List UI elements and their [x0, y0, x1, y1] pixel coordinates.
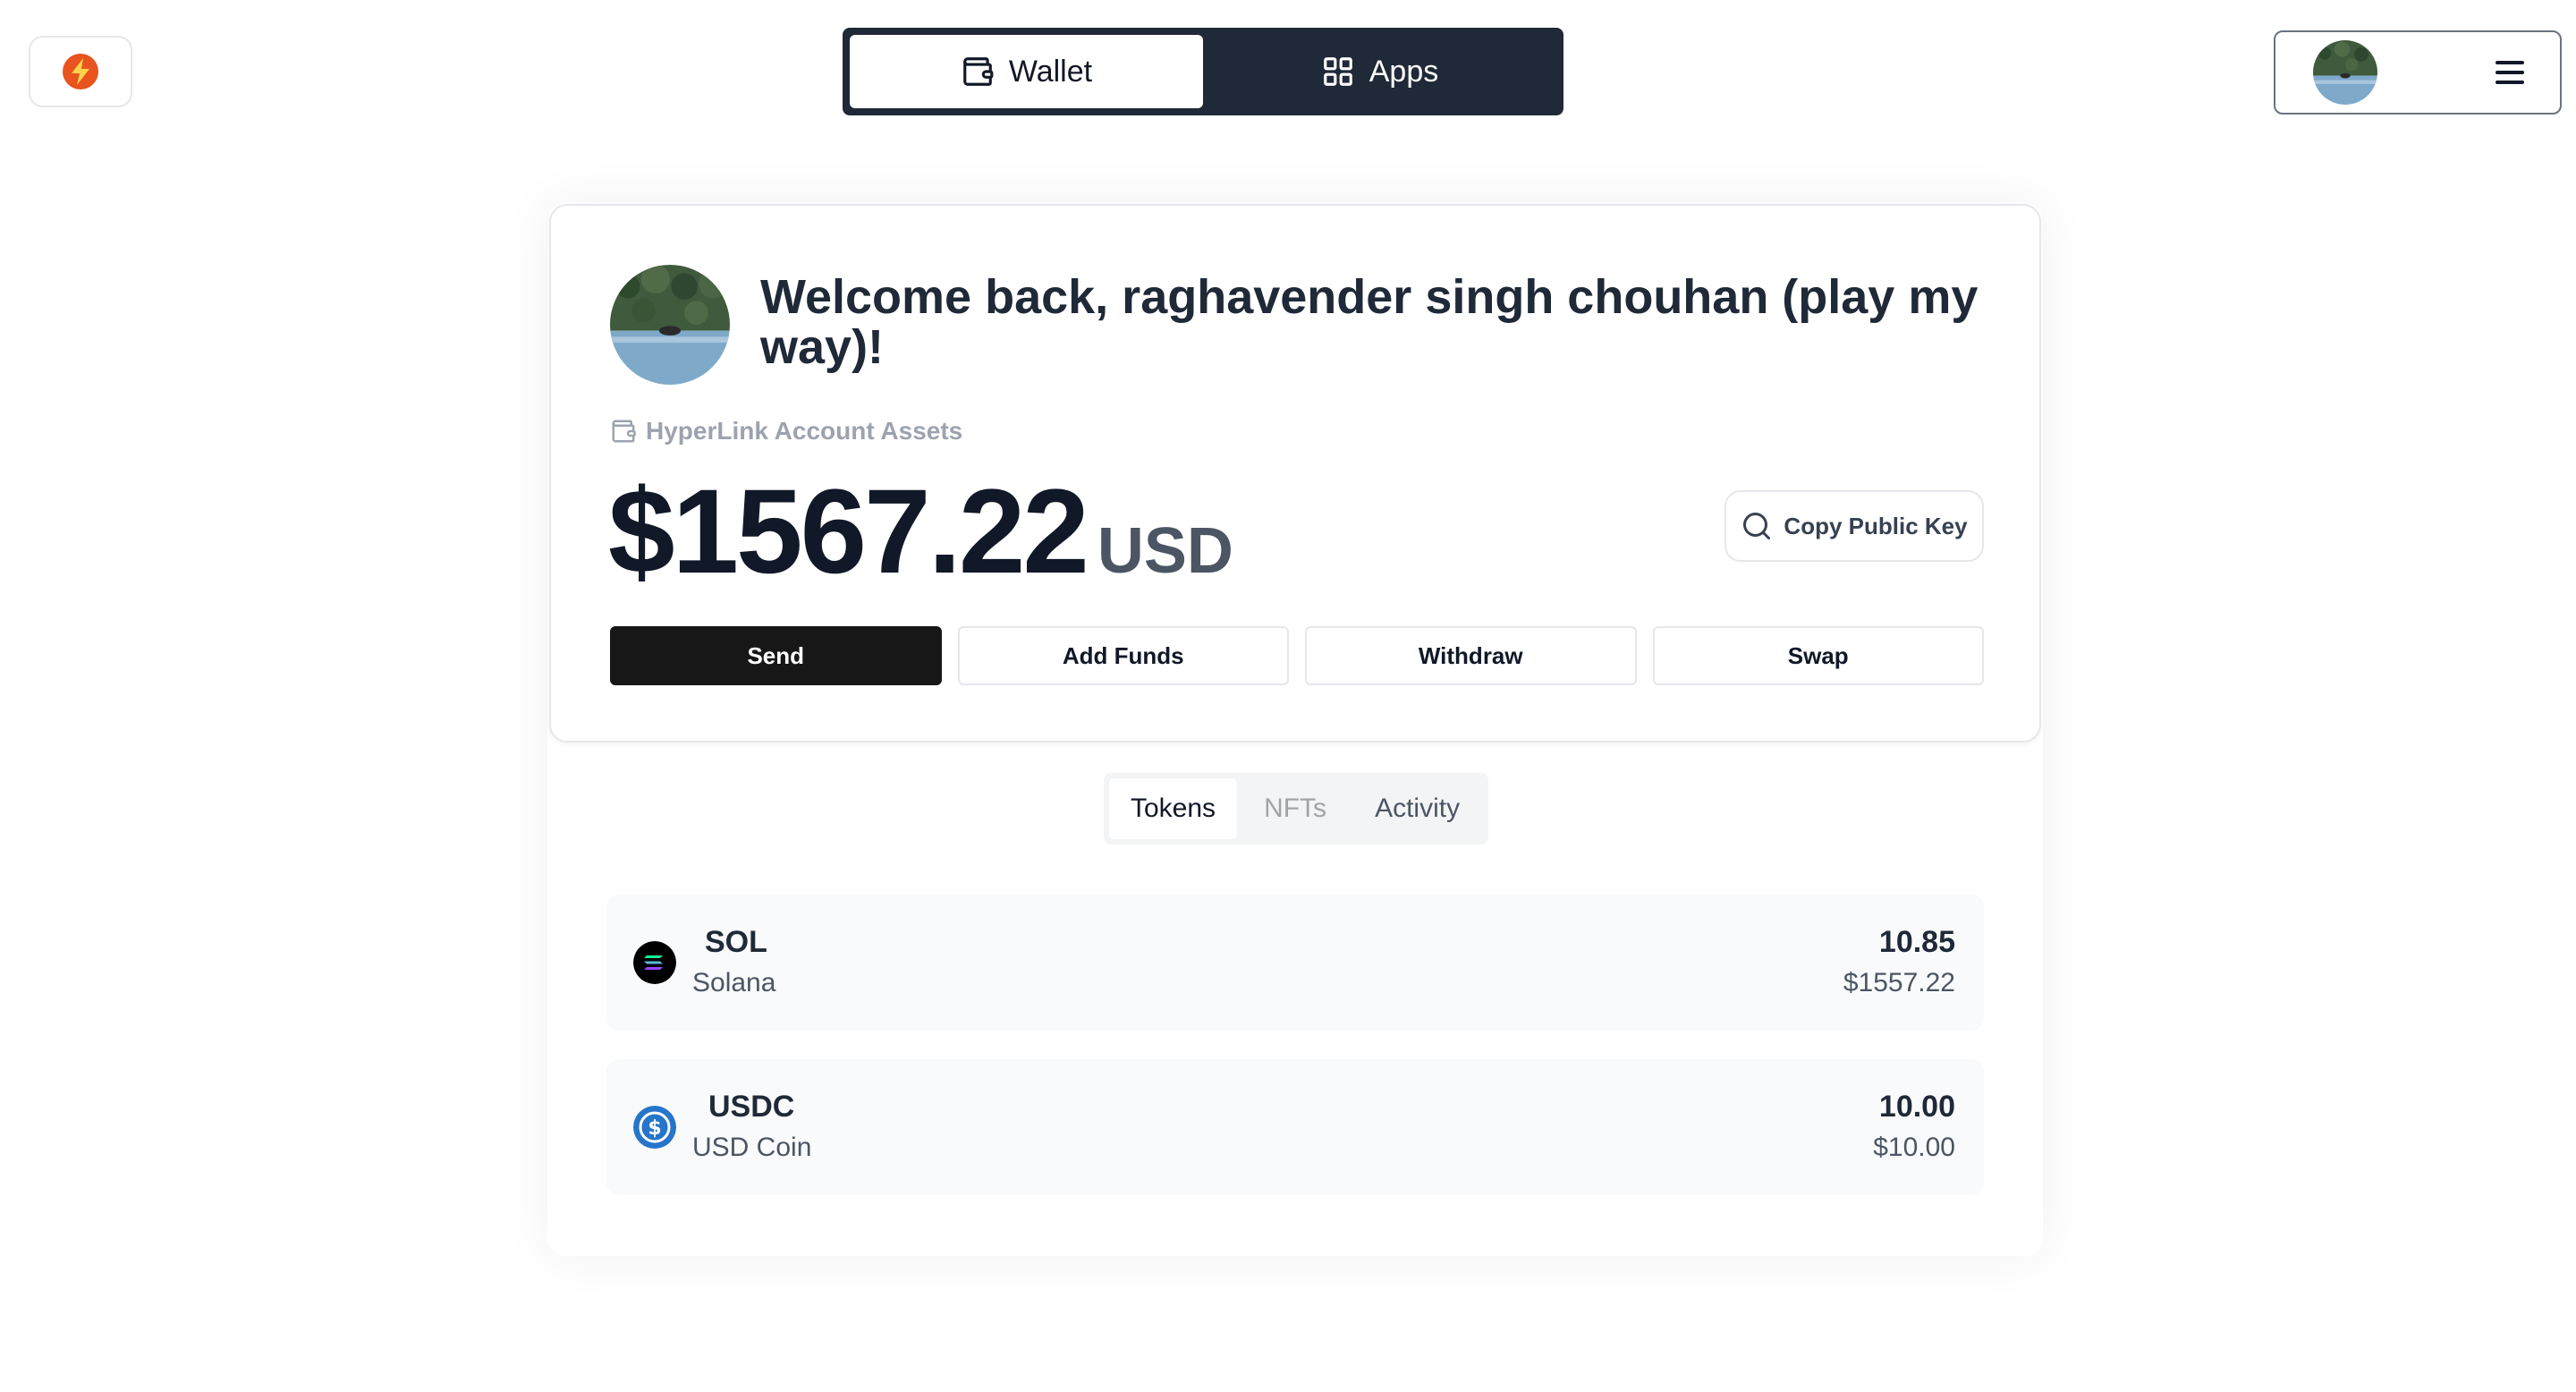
solana-icon	[633, 941, 676, 984]
lightning-icon	[63, 54, 98, 89]
avatar	[2313, 40, 2377, 105]
copy-public-key-button[interactable]: Copy Public Key	[1724, 490, 1984, 562]
welcome-heading: Welcome back, raghavender singh chouhan …	[760, 270, 1979, 374]
main-nav-toggle: Wallet Apps	[843, 28, 1563, 115]
token-value: $1557.22	[1843, 968, 1955, 997]
send-button[interactable]: Send	[610, 626, 942, 685]
usdc-icon: $	[633, 1106, 676, 1149]
swap-button[interactable]: Swap	[1652, 626, 1984, 685]
tab-wallet-label: Wallet	[1008, 54, 1093, 89]
tab-nfts[interactable]: NFTs	[1242, 778, 1348, 839]
token-amount: 10.00	[1878, 1090, 1955, 1124]
svg-text:$: $	[648, 1117, 661, 1140]
balance-currency: USD	[1097, 515, 1233, 587]
token-value: $10.00	[1873, 1133, 1955, 1162]
search-icon	[1743, 513, 1771, 539]
tab-activity[interactable]: Activity	[1353, 778, 1481, 839]
balance-amount: $1567.22	[608, 465, 1089, 598]
assets-label-text: HyperLink Account Assets	[646, 417, 963, 445]
token-symbol: USDC	[708, 1090, 795, 1124]
token-row[interactable]: $ USDC USD Coin 10.00 $10.00	[606, 1059, 1984, 1195]
tab-tokens[interactable]: Tokens	[1109, 778, 1238, 839]
asset-tabs: Tokens NFTs Activity	[1104, 773, 1488, 845]
balance: $1567.22 USD	[608, 465, 1233, 599]
assets-label: HyperLink Account Assets	[610, 417, 962, 446]
token-amount: 10.85	[1878, 925, 1955, 959]
token-name: USD Coin	[692, 1133, 812, 1162]
account-summary-card: Welcome back, raghavender singh chouhan …	[549, 204, 2041, 743]
add-funds-button[interactable]: Add Funds	[957, 626, 1289, 685]
grid-icon	[1323, 57, 1352, 86]
logo-button[interactable]	[29, 36, 132, 107]
action-buttons: Send Add Funds Withdraw Swap	[610, 626, 1984, 685]
wallet-icon	[612, 420, 636, 443]
wallet-icon	[963, 57, 994, 86]
withdraw-button[interactable]: Withdraw	[1305, 626, 1637, 685]
wallet-page: Wallet Apps Welcome back, raghavender si…	[0, 0, 2576, 1392]
token-symbol: SOL	[705, 925, 767, 959]
token-row[interactable]: SOL Solana 10.85 $1557.22	[606, 895, 1984, 1031]
profile-menu-button[interactable]	[2274, 30, 2562, 115]
tab-apps-label: Apps	[1368, 54, 1439, 89]
avatar	[610, 265, 730, 385]
hamburger-menu-icon	[2496, 61, 2524, 84]
copy-public-key-label: Copy Public Key	[1784, 512, 1968, 539]
tab-wallet[interactable]: Wallet	[850, 35, 1203, 108]
token-name: Solana	[692, 968, 776, 997]
tab-apps[interactable]: Apps	[1203, 35, 1556, 108]
